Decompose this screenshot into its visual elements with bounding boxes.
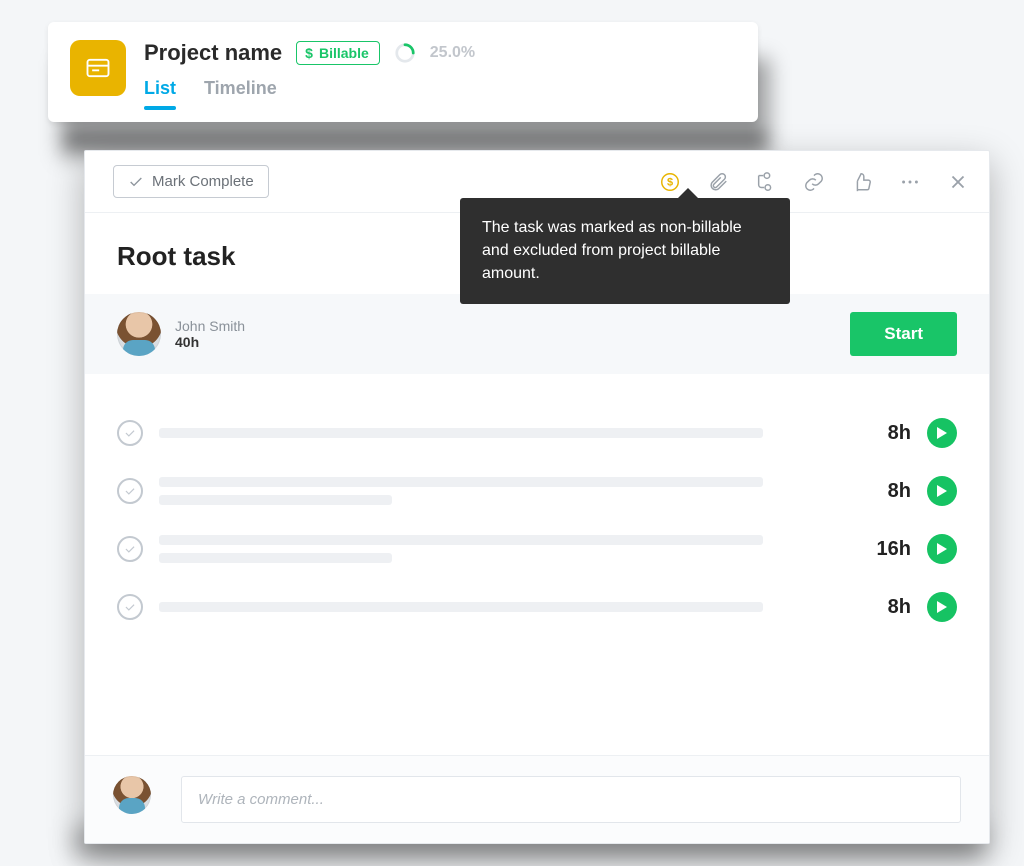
like-icon[interactable] bbox=[851, 171, 873, 193]
assignee-hours: 40h bbox=[175, 334, 245, 350]
billable-label: Billable bbox=[319, 45, 369, 61]
start-timer-button[interactable]: Start bbox=[850, 312, 957, 356]
subtask-hours: 8h bbox=[861, 422, 911, 445]
subtask-play-button[interactable] bbox=[927, 476, 957, 506]
subtask-play-button[interactable] bbox=[927, 534, 957, 564]
project-title: Project name bbox=[144, 40, 282, 66]
subtask-placeholder bbox=[159, 428, 845, 438]
subtask-play-button[interactable] bbox=[927, 592, 957, 622]
subtask-placeholder bbox=[159, 477, 845, 505]
attachment-icon[interactable] bbox=[707, 171, 729, 193]
subtask-check-icon[interactable] bbox=[117, 478, 143, 504]
subtask-check-icon[interactable] bbox=[117, 536, 143, 562]
subtask-check-icon[interactable] bbox=[117, 594, 143, 620]
assignee-bar: John Smith 40h Start bbox=[85, 294, 989, 374]
subtask-hours: 16h bbox=[861, 538, 911, 561]
svg-text:$: $ bbox=[667, 176, 673, 188]
subtask-check-icon[interactable] bbox=[117, 420, 143, 446]
subtask-row[interactable]: 8h bbox=[117, 592, 957, 622]
subtask-row[interactable]: 16h bbox=[117, 534, 957, 564]
subtask-list: 8h 8h 16h bbox=[117, 418, 957, 622]
subtask-tree-icon[interactable] bbox=[755, 171, 777, 193]
billable-badge[interactable]: $ Billable bbox=[296, 41, 380, 65]
subtask-row[interactable]: 8h bbox=[117, 418, 957, 448]
progress-ring-icon bbox=[394, 42, 416, 64]
dollar-icon: $ bbox=[305, 45, 313, 61]
subtask-hours: 8h bbox=[861, 480, 911, 503]
assignee-name: John Smith bbox=[175, 318, 245, 334]
mark-complete-button[interactable]: Mark Complete bbox=[113, 165, 269, 198]
assignee-avatar[interactable] bbox=[117, 312, 161, 356]
subtask-play-button[interactable] bbox=[927, 418, 957, 448]
link-icon[interactable] bbox=[803, 171, 825, 193]
billable-tooltip: The task was marked as non-billable and … bbox=[460, 198, 790, 304]
subtask-row[interactable]: 8h bbox=[117, 476, 957, 506]
more-icon[interactable] bbox=[899, 171, 921, 193]
project-header-card: Project name $ Billable 25.0% List Timel… bbox=[48, 22, 758, 122]
mark-complete-label: Mark Complete bbox=[152, 173, 254, 190]
project-icon bbox=[70, 40, 126, 96]
subtask-placeholder bbox=[159, 602, 845, 612]
tab-timeline[interactable]: Timeline bbox=[204, 78, 277, 109]
subtask-hours: 8h bbox=[861, 596, 911, 619]
progress-text: 25.0% bbox=[430, 44, 475, 62]
comment-area bbox=[85, 755, 989, 843]
subtask-placeholder bbox=[159, 535, 845, 563]
close-icon[interactable] bbox=[947, 171, 969, 193]
comment-input[interactable] bbox=[181, 776, 961, 823]
commenter-avatar[interactable] bbox=[113, 776, 151, 814]
project-tabs: List Timeline bbox=[144, 78, 736, 109]
tab-list[interactable]: List bbox=[144, 78, 176, 109]
